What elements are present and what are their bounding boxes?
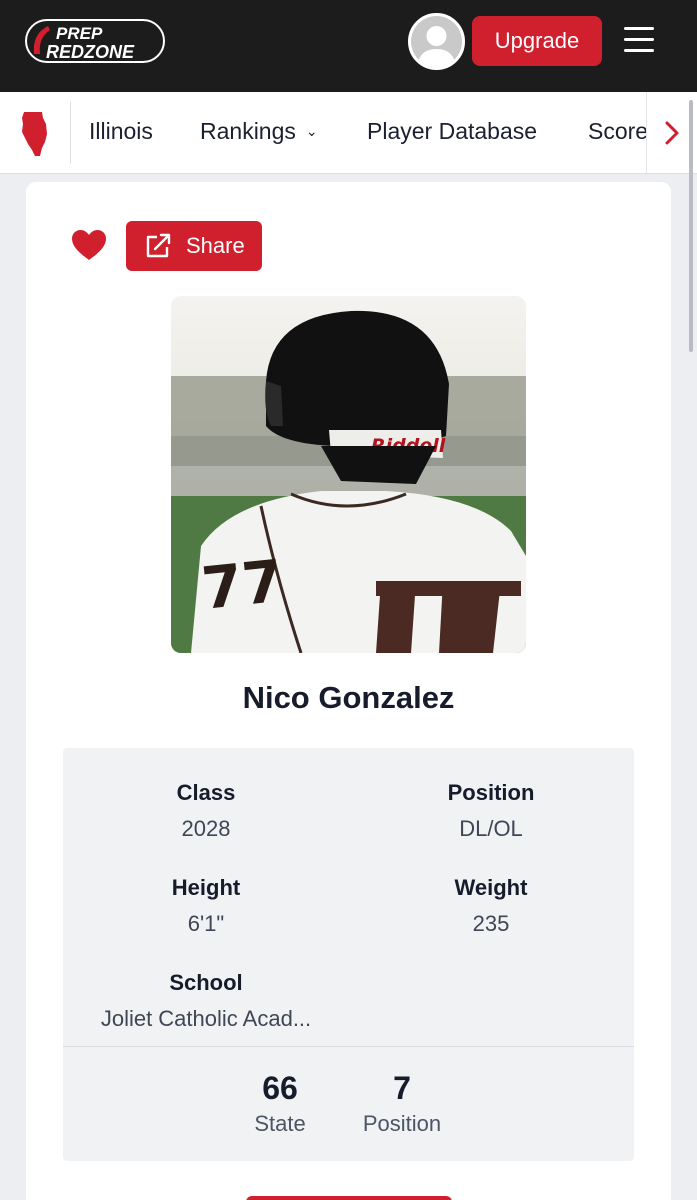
nav-item-scores[interactable]: Score bbox=[588, 118, 648, 145]
player-photo: 77 Riddell bbox=[171, 296, 526, 653]
nav-item-player-database[interactable]: Player Database bbox=[367, 118, 537, 145]
rank-value: 66 bbox=[262, 1070, 298, 1106]
stat-weight: Weight 235 bbox=[361, 875, 621, 937]
stat-label: School bbox=[169, 970, 243, 995]
chevron-right-icon bbox=[665, 121, 679, 145]
svg-text:77: 77 bbox=[199, 547, 286, 623]
stat-class: Class 2028 bbox=[76, 780, 336, 842]
rank-label: State bbox=[254, 1111, 306, 1136]
stat-position: Position DL/OL bbox=[361, 780, 621, 842]
nav-divider bbox=[70, 102, 71, 164]
rank-state: 66 State bbox=[220, 1070, 340, 1137]
player-name: Nico Gonzalez bbox=[242, 680, 455, 715]
chevron-down-icon: ⌄ bbox=[305, 123, 318, 139]
user-avatar[interactable] bbox=[408, 13, 465, 70]
scrollbar-thumb[interactable] bbox=[689, 100, 693, 352]
external-link-icon bbox=[146, 233, 171, 258]
stat-label: Weight bbox=[454, 875, 528, 900]
nav-item-rankings[interactable]: Rankings ⌄ bbox=[200, 118, 318, 145]
share-button[interactable]: Share bbox=[126, 221, 262, 271]
hamburger-menu-icon[interactable] bbox=[624, 27, 656, 55]
rank-label: Position bbox=[362, 1111, 442, 1136]
svg-text:PREP: PREP bbox=[56, 24, 103, 43]
stat-school[interactable]: School Joliet Catholic Acad... bbox=[76, 970, 336, 1032]
stat-value: 6'1" bbox=[187, 911, 225, 936]
stat-label: Class bbox=[176, 780, 236, 805]
state-nav-bar: Illinois Rankings ⌄ Player Database Score bbox=[0, 92, 697, 174]
illinois-state-icon[interactable] bbox=[20, 110, 50, 158]
stats-divider bbox=[63, 1046, 634, 1047]
stat-value: 2028 bbox=[181, 816, 231, 841]
upgrade-button[interactable]: Upgrade bbox=[472, 16, 602, 66]
prep-redzone-logo[interactable]: PREP REDZONE bbox=[24, 16, 166, 66]
rank-value: 7 bbox=[393, 1070, 411, 1106]
nav-item-illinois[interactable]: Illinois bbox=[89, 118, 153, 145]
svg-text:REDZONE: REDZONE bbox=[46, 42, 135, 62]
nav-item-rankings-label: Rankings bbox=[200, 118, 296, 144]
rank-position: 7 Position bbox=[342, 1070, 462, 1137]
stat-value: DL/OL bbox=[459, 816, 523, 841]
player-stats-panel: Class 2028 Position DL/OL Height 6'1" We… bbox=[63, 748, 634, 1161]
stat-label: Height bbox=[171, 875, 241, 900]
top-header: PREP REDZONE Upgrade bbox=[0, 0, 697, 92]
stat-value: 235 bbox=[472, 911, 510, 936]
stat-label: Position bbox=[447, 780, 535, 805]
favorite-heart-icon[interactable] bbox=[70, 228, 108, 262]
stat-height: Height 6'1" bbox=[76, 875, 336, 937]
school-link[interactable]: Joliet Catholic Acad... bbox=[76, 1006, 336, 1032]
bottom-action-button[interactable] bbox=[246, 1196, 452, 1200]
share-label: Share bbox=[186, 233, 245, 258]
